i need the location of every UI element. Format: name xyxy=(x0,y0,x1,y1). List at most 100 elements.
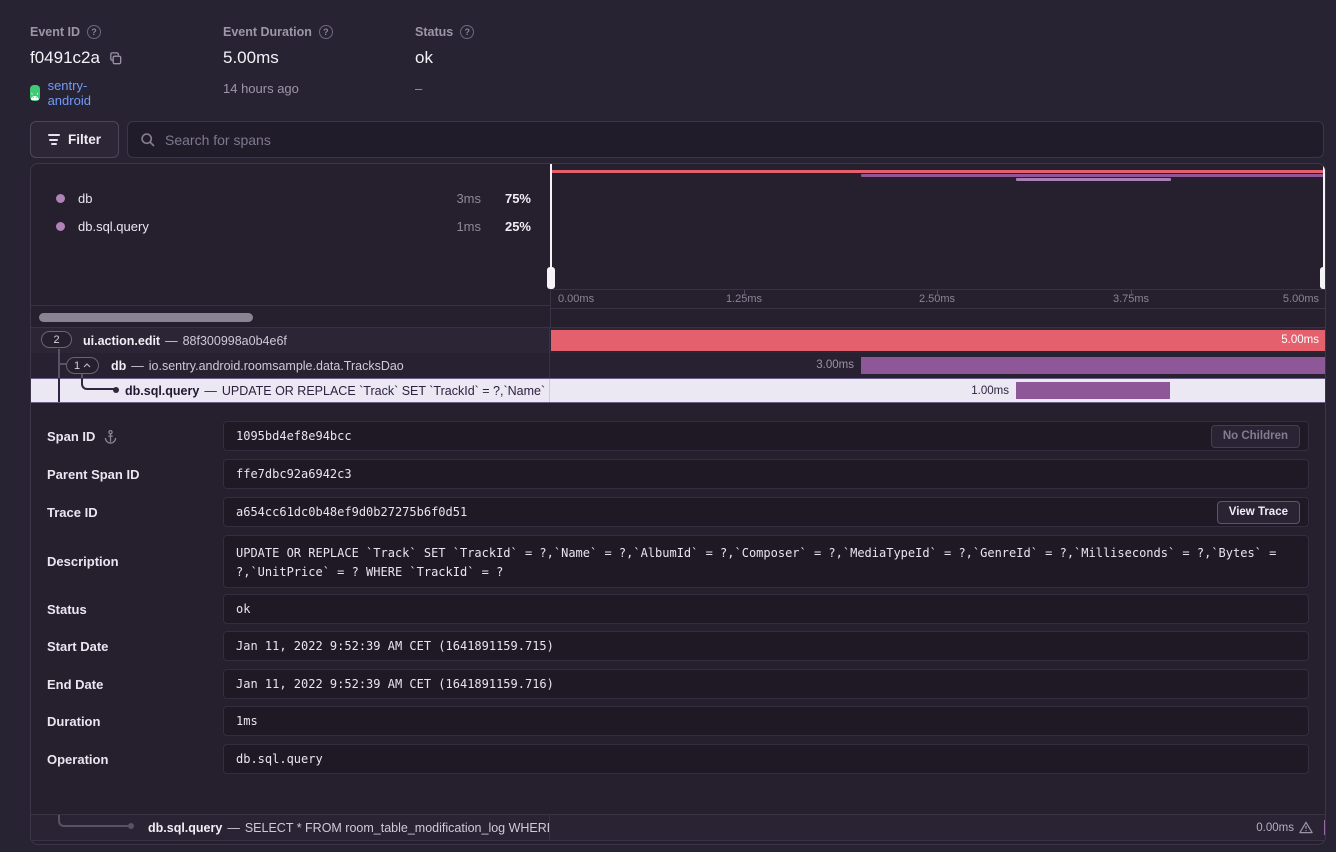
detail-value-start-date: Jan 11, 2022 9:52:39 AM CET (1641891159.… xyxy=(223,631,1309,661)
tree-elbow xyxy=(58,815,130,827)
trace-minimap[interactable] xyxy=(551,164,1326,289)
span-description: UPDATE OR REPLACE `Track` SET `TrackId` … xyxy=(222,384,550,398)
span-row-duration-cell: 1.00ms xyxy=(551,379,1326,402)
view-trace-button[interactable]: View Trace xyxy=(1217,501,1300,524)
detail-value-end-date: Jan 11, 2022 9:52:39 AM CET (1641891159.… xyxy=(223,669,1309,699)
span-duration-label: 3.00ms xyxy=(551,353,854,378)
span-row-db-sql-query-select[interactable]: db.sql.query — SELECT * FROM room_table_… xyxy=(31,814,1326,841)
detail-label-description: Description xyxy=(47,535,219,588)
minimap-bar-db-sql-query xyxy=(1016,178,1171,181)
op-percentage: 25% xyxy=(481,219,531,234)
span-duration-label: 5.00ms xyxy=(551,330,1326,351)
chevron-up-icon xyxy=(83,363,91,368)
minimap-left-handle[interactable] xyxy=(547,267,555,289)
tree-line xyxy=(58,378,60,402)
status-label: Status xyxy=(415,25,453,39)
axis-label-0: 0.00ms xyxy=(558,293,594,305)
span-duration-label: 0.00ms xyxy=(1256,822,1294,834)
span-bar[interactable] xyxy=(861,357,1326,374)
project-name: sentry-android xyxy=(48,78,98,108)
op-name: db.sql.query xyxy=(78,219,433,234)
detail-value-operation: db.sql.query xyxy=(223,744,1309,774)
detail-value-duration: 1ms xyxy=(223,706,1309,736)
children-count-badge[interactable]: 2 xyxy=(41,331,72,348)
anchor-icon[interactable] xyxy=(103,429,118,444)
filter-button[interactable]: Filter xyxy=(30,121,119,158)
span-search[interactable] xyxy=(127,121,1324,158)
span-row-db[interactable]: 1 db — io.sentry.android.roomsample.data… xyxy=(31,353,1326,378)
help-icon[interactable]: ? xyxy=(460,25,474,39)
detail-value-span-id: 1095bd4ef8e94bcc No Children xyxy=(223,421,1309,451)
span-op: ui.action.edit xyxy=(83,334,160,348)
minimap-left-edge xyxy=(550,164,552,267)
span-description: SELECT * FROM room_table_modification_lo… xyxy=(245,821,550,835)
help-icon[interactable]: ? xyxy=(319,25,333,39)
op-color-dot xyxy=(56,222,65,231)
tree-scroll-strip xyxy=(31,305,550,328)
span-row-db-sql-query-selected[interactable]: db.sql.query — UPDATE OR REPLACE `Track`… xyxy=(31,378,1326,403)
detail-label-parent-span-id: Parent Span ID xyxy=(47,459,219,489)
op-duration: 1ms xyxy=(433,219,481,234)
event-duration-label: Event Duration xyxy=(223,25,312,39)
axis-label-4: 5.00ms xyxy=(1283,293,1319,305)
span-description: io.sentry.android.roomsample.data.Tracks… xyxy=(149,359,404,373)
detail-label-status: Status xyxy=(47,594,219,624)
detail-label-operation: Operation xyxy=(47,744,219,774)
minimap-right-handle[interactable] xyxy=(1320,267,1326,289)
detail-value-description: UPDATE OR REPLACE `Track` SET `TrackId` … xyxy=(223,535,1309,588)
axis-label-2: 2.50ms xyxy=(919,293,955,305)
span-row-title-cell: 2 ui.action.edit — 88f300998a0b4e6f xyxy=(31,328,550,353)
event-id-label: Event ID xyxy=(30,25,80,39)
detail-value-parent-span-id: ffe7dbc92a6942c3 xyxy=(223,459,1309,489)
event-age: 14 hours ago xyxy=(223,81,299,96)
event-duration-value: 5.00ms xyxy=(223,48,279,68)
span-op: db.sql.query xyxy=(148,821,222,835)
span-bar[interactable] xyxy=(1016,382,1170,399)
status-sub: – xyxy=(415,81,422,96)
android-icon xyxy=(30,85,40,101)
project-link[interactable]: sentry-android xyxy=(30,78,97,108)
detail-label-end-date: End Date xyxy=(47,669,219,699)
op-duration: 3ms xyxy=(433,191,481,206)
span-duration-label: 1.00ms xyxy=(551,379,1009,402)
tree-node-dot xyxy=(128,823,134,829)
separator: — xyxy=(227,821,240,835)
op-color-dot xyxy=(56,194,65,203)
search-icon xyxy=(140,132,156,148)
status-value: ok xyxy=(415,48,433,68)
search-input[interactable] xyxy=(165,132,1311,148)
time-axis: 0.00ms 1.25ms 2.50ms 3.75ms 5.00ms xyxy=(551,289,1326,309)
minimap-bar-ui-action-edit xyxy=(551,170,1326,173)
detail-value-status: ok xyxy=(223,594,1309,624)
span-description: 88f300998a0b4e6f xyxy=(183,334,287,348)
no-children-button: No Children xyxy=(1211,425,1300,448)
minimap-bar-db xyxy=(861,174,1326,177)
separator: — xyxy=(204,384,217,398)
detail-value-trace-id: a654cc61dc0b48ef9d0b27275b6f0d51 View Tr… xyxy=(223,497,1309,527)
event-id-value: f0491c2a xyxy=(30,48,100,68)
axis-label-3: 3.75ms xyxy=(1113,293,1149,305)
span-row-duration-cell: 3.00ms xyxy=(551,353,1326,378)
op-percentage: 75% xyxy=(481,191,531,206)
detail-label-start-date: Start Date xyxy=(47,631,219,661)
help-icon[interactable]: ? xyxy=(87,25,101,39)
breakdown-row-db: db 3ms 75% xyxy=(31,184,550,212)
separator: — xyxy=(165,334,178,348)
trace-spans-panel: db 3ms 75% db.sql.query 1ms 25% 0.00ms 1… xyxy=(30,163,1326,845)
tree-line xyxy=(59,363,66,365)
span-op: db xyxy=(111,359,126,373)
horizontal-scrollbar[interactable] xyxy=(39,313,253,322)
breakdown-row-db-sql-query: db.sql.query 1ms 25% xyxy=(31,212,550,240)
copy-icon[interactable] xyxy=(108,51,123,66)
warning-triangle-icon xyxy=(1299,821,1313,834)
children-count-badge[interactable]: 1 xyxy=(66,357,99,374)
tree-elbow xyxy=(81,378,114,390)
detail-label-span-id: Span ID xyxy=(47,421,219,451)
detail-label-duration: Duration xyxy=(47,706,219,736)
span-row-duration-cell: 5.00ms xyxy=(551,328,1326,353)
tree-node-dot xyxy=(113,387,119,393)
span-bar-tick xyxy=(1324,820,1326,835)
span-bar[interactable]: 5.00ms xyxy=(551,330,1326,351)
span-row-ui-action-edit[interactable]: 2 ui.action.edit — 88f300998a0b4e6f 5.00… xyxy=(31,328,1326,353)
filter-button-label: Filter xyxy=(68,132,101,147)
